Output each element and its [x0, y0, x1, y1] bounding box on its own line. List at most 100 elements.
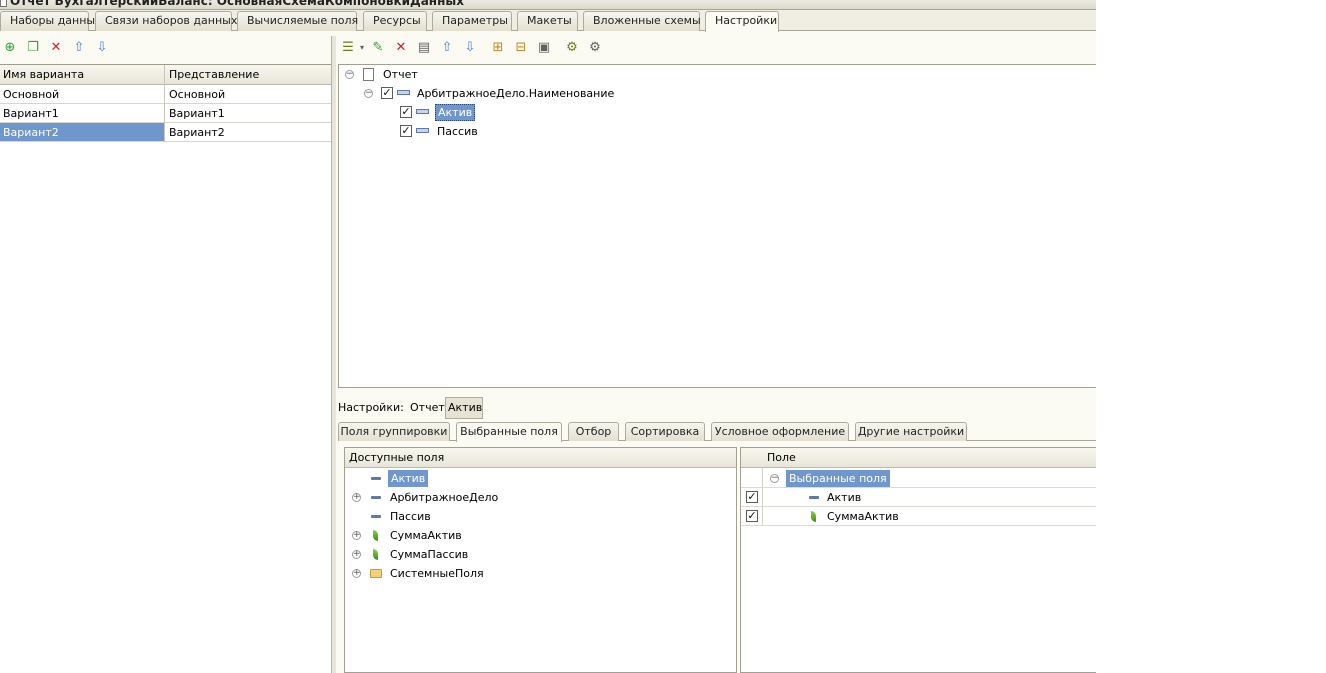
table-row[interactable]: Основной Основной [0, 85, 331, 104]
expand-icon[interactable]: + [352, 569, 361, 578]
settings-report-link[interactable]: Отчет [410, 401, 445, 414]
edit-icon[interactable]: ✎ [370, 40, 386, 56]
panel-splitter[interactable] [331, 36, 336, 673]
tab-nested-schemas[interactable]: Вложенные схемы [583, 11, 701, 31]
expand-icon[interactable]: + [352, 493, 361, 502]
tab-data-set-links[interactable]: Связи наборов данных [95, 11, 237, 31]
tab-calculated-fields[interactable]: Вычисляемые поля [237, 11, 358, 31]
tab-other-settings[interactable]: Другие настройки [855, 422, 967, 441]
preview-icon[interactable]: ⚙ [587, 40, 603, 56]
move-up-icon[interactable]: ⇧ [71, 40, 87, 56]
field-label: Актив [827, 491, 862, 504]
title-bar: Отчет БухгалтерскийБаланс: ОсновнаяСхема… [0, 0, 1096, 10]
move-down-icon[interactable]: ⇩ [462, 40, 478, 56]
report-icon [0, 0, 7, 7]
tab-grouping-fields[interactable]: Поля группировки [338, 422, 450, 441]
tree-node-label: Пассив [437, 125, 478, 138]
structure-toolbar: ☰ ▾ ✎ ✕ ▤ ⇧ ⇩ ⊞ ⊟ ▣ ⚙ ⚙ [338, 37, 1096, 59]
list-item[interactable]: ✓ СуммаАктив [741, 507, 1096, 526]
add-icon[interactable]: ⊕ [2, 40, 18, 56]
variant-name: Вариант2 [3, 126, 59, 139]
settings-tabs: Поля группировки Выбранные поля Отбор Со… [338, 422, 1096, 442]
checkbox[interactable]: ✓ [746, 510, 758, 522]
list-item[interactable]: Пассив [345, 507, 736, 526]
selected-fields-panel: Поле − Выбранные поля ✓ Актив ✓ СуммаАкт… [740, 447, 1096, 673]
tree-node-report[interactable]: − Отчет [339, 65, 639, 84]
variants-table: Имя варианта Представление Основной Осно… [0, 64, 331, 673]
group-label: Выбранные поля [786, 470, 890, 487]
field-icon [371, 477, 381, 480]
field-label: СистемныеПоля [390, 567, 484, 580]
field-icon [371, 515, 381, 518]
selected-fields-header: Поле [741, 448, 1096, 468]
group-icon[interactable]: ⊞ [490, 40, 506, 56]
current-settings-icon[interactable]: ⚙ [564, 40, 580, 56]
tab-data-sets[interactable]: Наборы данных [0, 11, 102, 31]
list-item[interactable]: + СуммаПассив [345, 545, 736, 564]
tree-node-label: Отчет [383, 68, 418, 81]
checkbox[interactable]: ✓ [400, 106, 412, 118]
collapse-icon[interactable]: − [770, 474, 779, 483]
tree-node-label: Актив [435, 104, 476, 121]
folder-icon [370, 569, 382, 578]
list-item[interactable]: + СистемныеПоля [345, 564, 736, 583]
delete-icon[interactable]: ✕ [48, 40, 64, 56]
list-item[interactable]: ✓ Актив [741, 488, 1096, 507]
field-icon [809, 496, 819, 499]
expand-icon[interactable]: + [352, 531, 361, 540]
grouping-icon [416, 109, 429, 114]
expand-icon[interactable]: + [352, 550, 361, 559]
settings-current-button[interactable]: Актив [445, 397, 483, 419]
tree-node-passiv[interactable]: ✓ Пассив [339, 122, 639, 141]
tab-selected-fields[interactable]: Выбранные поля [456, 422, 562, 442]
window-title: Отчет БухгалтерскийБаланс: ОсновнаяСхема… [10, 0, 464, 8]
table-row[interactable]: Вариант2 Вариант2 [0, 123, 331, 142]
settings-current-label: Актив [448, 401, 483, 414]
field-label: СуммаАктив [827, 510, 899, 523]
variant-presentation: Вариант2 [165, 123, 331, 141]
variant-name: Основной [3, 88, 60, 101]
list-item[interactable]: + СуммаАктив [345, 526, 736, 545]
move-up-icon[interactable]: ⇧ [439, 40, 455, 56]
column-presentation[interactable]: Представление [169, 68, 259, 81]
properties-icon[interactable]: ▤ [416, 40, 432, 56]
variant-presentation: Основной [169, 88, 226, 101]
collapse-icon[interactable]: − [345, 70, 354, 79]
available-fields-panel: Доступные поля Актив + АрбитражноеДело П… [344, 447, 737, 673]
main-tabs: Наборы данных Связи наборов данных Вычис… [0, 10, 1096, 32]
delete-icon[interactable]: ✕ [393, 40, 409, 56]
variants-header: Имя варианта Представление [0, 65, 331, 85]
column-variant-name[interactable]: Имя варианта [3, 68, 84, 81]
variants-toolbar: ⊕ ❐ ✕ ⇧ ⇩ [0, 37, 331, 59]
tree-node-label: АрбитражноеДело.Наименование [417, 87, 615, 100]
move-out-icon[interactable]: ▣ [536, 40, 552, 56]
resource-icon [373, 530, 378, 541]
checkbox[interactable]: ✓ [381, 87, 393, 99]
ungroup-icon[interactable]: ⊟ [513, 40, 529, 56]
structure-tree: − Отчет − ✓ АрбитражноеДело.Наименование… [338, 64, 1096, 388]
list-item[interactable]: Актив [345, 469, 736, 488]
list-item[interactable]: − Выбранные поля [741, 469, 1096, 488]
collapse-icon[interactable]: − [364, 89, 373, 98]
tab-conditional-formatting[interactable]: Условное оформление [711, 422, 849, 441]
column-divider [164, 65, 165, 142]
move-down-icon[interactable]: ⇩ [94, 40, 110, 56]
tab-settings[interactable]: Настройки [705, 11, 779, 32]
field-label: АрбитражноеДело [390, 491, 499, 504]
copy-icon[interactable]: ❐ [25, 40, 41, 56]
tree-node-group[interactable]: − ✓ АрбитражноеДело.Наименование [339, 84, 739, 103]
list-item[interactable]: + АрбитражноеДело [345, 488, 736, 507]
tree-node-aktiv[interactable]: ✓ Актив [339, 103, 639, 122]
header-label: Доступные поля [349, 451, 445, 464]
tab-templates[interactable]: Макеты [517, 11, 578, 31]
tab-resources[interactable]: Ресурсы [363, 11, 427, 31]
tab-parameters[interactable]: Параметры [432, 11, 512, 31]
table-row[interactable]: Вариант1 Вариант1 [0, 104, 331, 123]
chevron-down-icon[interactable]: ▾ [354, 40, 370, 56]
tab-filter[interactable]: Отбор [568, 422, 619, 441]
checkbox[interactable]: ✓ [400, 125, 412, 137]
resource-icon [811, 511, 816, 522]
checkbox[interactable]: ✓ [746, 491, 758, 503]
tab-sorting[interactable]: Сортировка [625, 422, 705, 441]
field-label: СуммаПассив [390, 548, 469, 561]
